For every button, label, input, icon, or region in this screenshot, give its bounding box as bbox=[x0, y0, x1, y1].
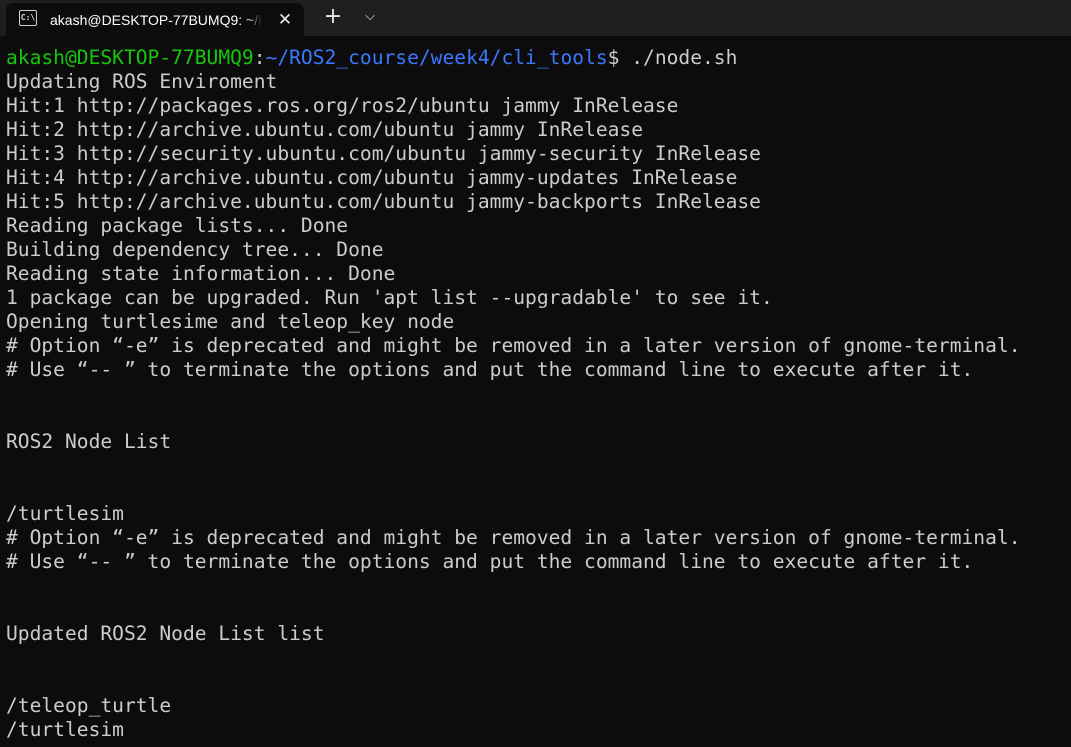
output-line: # Option “-e” is deprecated and might be… bbox=[6, 526, 1021, 549]
new-tab-button[interactable]: + bbox=[321, 5, 345, 29]
chevron-down-icon[interactable]: ⌵ bbox=[359, 6, 381, 28]
output-line: Reading state information... Done bbox=[6, 262, 396, 285]
output-line: Reading package lists... Done bbox=[6, 214, 349, 237]
output-line: # Use “-- ” to terminate the options and… bbox=[6, 358, 974, 381]
output-line: /teleop_turtle bbox=[6, 694, 172, 717]
output-line: Opening turtlesime and teleop_key node bbox=[6, 310, 455, 333]
output-line: ROS2 Node List bbox=[6, 430, 172, 453]
terminal-icon: C:\ bbox=[19, 10, 37, 26]
output-line: Hit:2 http://archive.ubuntu.com/ubuntu j… bbox=[6, 118, 644, 141]
output-line: /turtlesim bbox=[6, 502, 124, 525]
output-line: /turtlesim bbox=[6, 718, 124, 741]
close-icon[interactable]: ✕ bbox=[274, 9, 296, 31]
terminal-output[interactable]: akash@DESKTOP-77BUMQ9:~/ROS2_course/week… bbox=[0, 36, 1071, 747]
terminal-window: C:\ akash@DESKTOP-77BUMQ9: ~/ROS2_course… bbox=[0, 0, 1071, 747]
output-line: 1 package can be upgraded. Run 'apt list… bbox=[6, 286, 773, 309]
output-line: Hit:1 http://packages.ros.org/ros2/ubunt… bbox=[6, 94, 679, 117]
tab-title: akash@DESKTOP-77BUMQ9: ~/ROS2_course/wee… bbox=[50, 12, 262, 28]
terminal-tab[interactable]: C:\ akash@DESKTOP-77BUMQ9: ~/ROS2_course… bbox=[6, 3, 304, 36]
output-line: Hit:5 http://archive.ubuntu.com/ubuntu j… bbox=[6, 190, 761, 213]
output-line: # Use “-- ” to terminate the options and… bbox=[6, 550, 974, 573]
output-line: # Option “-e” is deprecated and might be… bbox=[6, 334, 1021, 357]
output-line: Updating ROS Enviroment bbox=[6, 70, 278, 93]
output-line: Updated ROS2 Node List list bbox=[6, 622, 325, 645]
prompt-path: ~/ROS2_course/week4/cli_tools bbox=[265, 46, 608, 69]
prompt-command: ./node.sh bbox=[631, 46, 738, 69]
output-line: Building dependency tree... Done bbox=[6, 238, 384, 261]
tab-bar: C:\ akash@DESKTOP-77BUMQ9: ~/ROS2_course… bbox=[0, 0, 1071, 36]
output-line: Hit:4 http://archive.ubuntu.com/ubuntu j… bbox=[6, 166, 738, 189]
prompt-separator: : bbox=[253, 46, 266, 69]
prompt-line: akash@DESKTOP-77BUMQ9:~/ROS2_course/week… bbox=[6, 46, 737, 70]
prompt-user-host: akash@DESKTOP-77BUMQ9 bbox=[6, 46, 254, 69]
output-line: Hit:3 http://security.ubuntu.com/ubuntu … bbox=[6, 142, 761, 165]
prompt-symbol: $ bbox=[607, 46, 632, 69]
